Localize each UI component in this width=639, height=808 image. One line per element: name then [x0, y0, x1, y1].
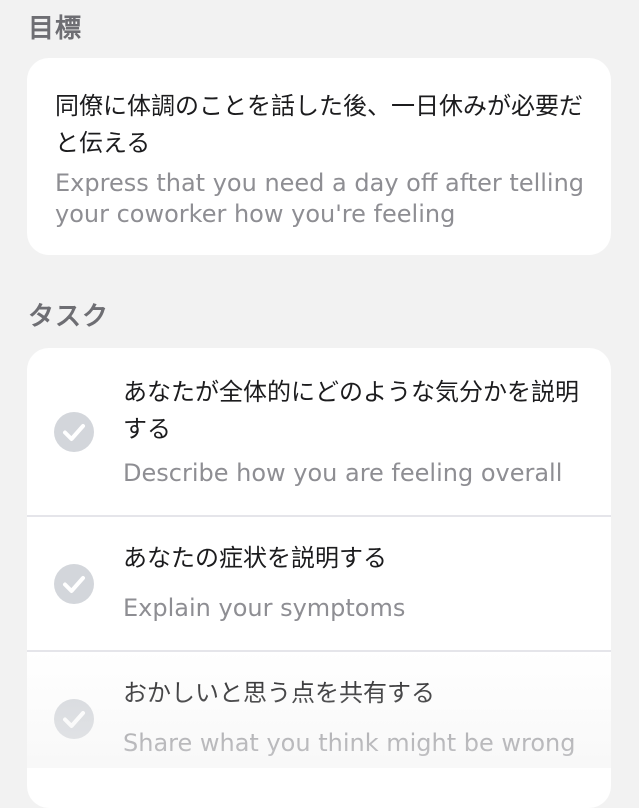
goal-card: 同僚に体調のことを話した後、一日休みが必要だと伝える Express that …	[27, 58, 611, 255]
check-circle-icon	[54, 412, 94, 452]
task-text-english: Describe how you are feeling overall	[123, 459, 563, 487]
task-item[interactable]: おかしいと思う点を共有する Share what you think might…	[27, 652, 611, 792]
task-item[interactable]: あなたが全体的にどのような気分かを説明する Describe how you a…	[27, 348, 611, 515]
task-text-english: Share what you think might be wrong	[123, 729, 576, 757]
task-text-japanese: おかしいと思う点を共有する	[123, 679, 435, 707]
tasks-card: あなたが全体的にどのような気分かを説明する Describe how you a…	[27, 348, 611, 808]
task-item[interactable]: あなたの症状を説明する Explain your symptoms	[27, 517, 611, 650]
task-text-japanese: あなたが全体的にどのような気分かを説明する	[123, 378, 579, 443]
goal-section-title: 目標	[28, 14, 83, 44]
task-text-japanese: あなたの症状を説明する	[123, 544, 387, 572]
goal-text-english: Express that you need a day off after te…	[55, 169, 585, 228]
tasks-section-title: タスク	[28, 302, 110, 332]
check-circle-icon	[54, 699, 94, 739]
task-text-english: Explain your symptoms	[123, 594, 406, 622]
goal-text-japanese: 同僚に体調のことを話した後、一日休みが必要だと伝える	[55, 92, 583, 157]
check-circle-icon	[54, 564, 94, 604]
